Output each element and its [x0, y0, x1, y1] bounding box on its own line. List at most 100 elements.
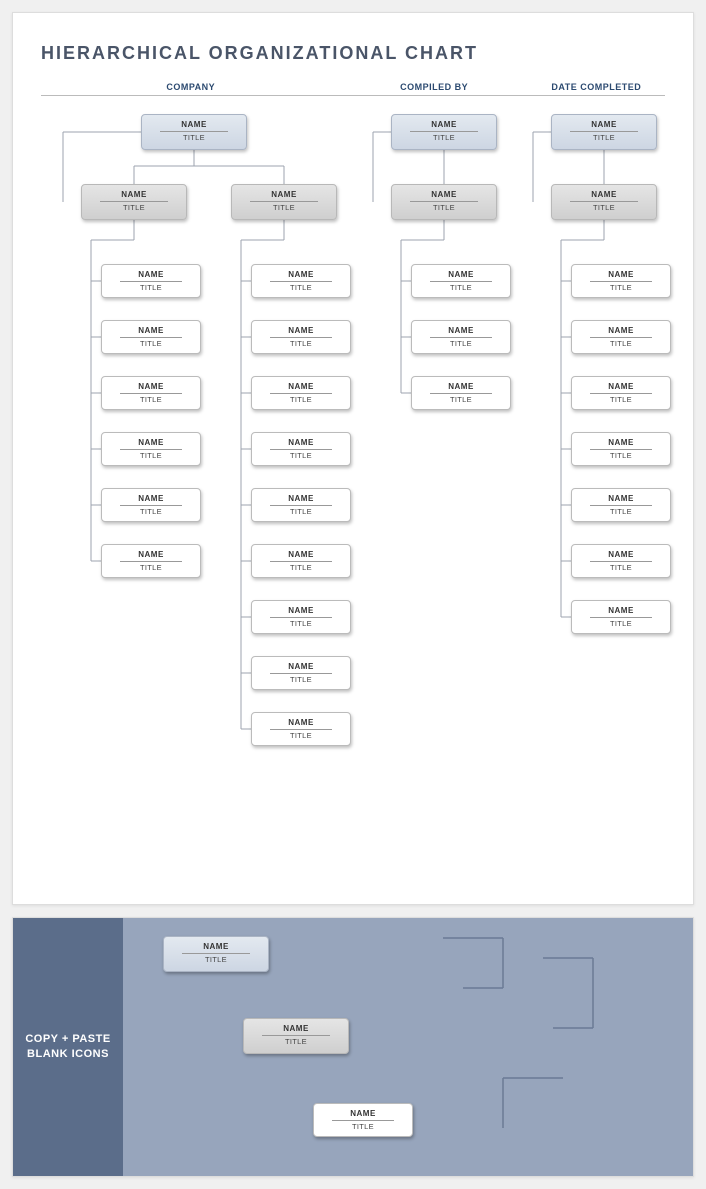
node-sep: [430, 337, 492, 338]
leaf-node[interactable]: NAMETITLE: [571, 264, 671, 298]
node-sep: [270, 561, 332, 562]
node-name: NAME: [168, 942, 264, 951]
leaf-node[interactable]: NAMETITLE: [251, 600, 351, 634]
node-name: NAME: [106, 382, 196, 391]
mid-node-d[interactable]: NAMETITLE: [551, 184, 657, 220]
header-company: COMPANY: [41, 82, 341, 92]
node-sep: [590, 505, 652, 506]
node-name: NAME: [248, 1024, 344, 1033]
mid-node-a[interactable]: NAMETITLE: [81, 184, 187, 220]
node-title: TITLE: [576, 395, 666, 404]
node-title: TITLE: [416, 339, 506, 348]
node-name: NAME: [256, 550, 346, 559]
node-name: NAME: [576, 270, 666, 279]
node-name: NAME: [256, 438, 346, 447]
leaf-node[interactable]: NAMETITLE: [251, 376, 351, 410]
node-name: NAME: [256, 718, 346, 727]
node-name: NAME: [576, 326, 666, 335]
leaf-node[interactable]: NAMETITLE: [101, 320, 201, 354]
node-title: TITLE: [256, 339, 346, 348]
leaf-node[interactable]: NAMETITLE: [571, 600, 671, 634]
node-sep: [120, 505, 182, 506]
node-title: TITLE: [416, 395, 506, 404]
chart-page: HIERARCHICAL ORGANIZATIONAL CHART COMPAN…: [12, 12, 694, 905]
node-sep: [100, 201, 168, 202]
node-name: NAME: [576, 550, 666, 559]
node-sep: [410, 201, 478, 202]
node-title: TITLE: [576, 507, 666, 516]
node-sep: [160, 131, 228, 132]
node-name: NAME: [256, 606, 346, 615]
leaf-node[interactable]: NAMETITLE: [101, 376, 201, 410]
mid-node-b[interactable]: NAMETITLE: [231, 184, 337, 220]
top-node-ab[interactable]: NAME TITLE: [141, 114, 247, 150]
node-sep: [120, 449, 182, 450]
node-sep: [120, 281, 182, 282]
leaf-node[interactable]: NAME TITLE: [251, 320, 351, 354]
node-sep: [262, 1035, 330, 1036]
top-node-c[interactable]: NAMETITLE: [391, 114, 497, 150]
mid-node-c[interactable]: NAMETITLE: [391, 184, 497, 220]
node-sep: [590, 449, 652, 450]
node-title: TITLE: [106, 507, 196, 516]
leaf-node[interactable]: NAMETITLE: [571, 544, 671, 578]
leaf-node[interactable]: NAME TITLE: [101, 488, 201, 522]
org-chart-canvas: NAME TITLE NAME TITLE NAME TITLE NAME TITLE NAME…: [41, 114, 665, 874]
node-sep: [590, 617, 652, 618]
leaf-node[interactable]: NAMETITLE: [251, 656, 351, 690]
node-title: TITLE: [576, 451, 666, 460]
leaf-node[interactable]: NAMETITLE: [101, 264, 201, 298]
top-node-d[interactable]: NAMETITLE: [551, 114, 657, 150]
node-sep: [120, 337, 182, 338]
node-name: NAME: [396, 120, 492, 129]
node-name: NAME: [416, 270, 506, 279]
header-row: COMPANY COMPILED BY DATE COMPLETED: [41, 82, 665, 96]
node-title: TITLE: [256, 731, 346, 740]
node-title: TITLE: [248, 1037, 344, 1046]
node-name: NAME: [106, 494, 196, 503]
leaf-node[interactable]: NAME TITLE: [571, 320, 671, 354]
node-name: NAME: [86, 190, 182, 199]
node-title: TITLE: [106, 283, 196, 292]
node-sep: [270, 617, 332, 618]
node-title: TITLE: [256, 675, 346, 684]
palette-top-node[interactable]: NAMETITLE: [163, 936, 269, 972]
leaf-node[interactable]: NAME TITLE: [411, 376, 511, 410]
leaf-node[interactable]: NAME TITLE: [571, 488, 671, 522]
node-sep: [430, 281, 492, 282]
node-title: TITLE: [256, 395, 346, 404]
palette-mid-node[interactable]: NAME TITLE: [243, 1018, 349, 1054]
node-name: NAME: [576, 438, 666, 447]
palette-label: COPY + PASTE BLANK ICONS: [13, 918, 123, 1176]
leaf-node[interactable]: NAMETITLE: [101, 544, 201, 578]
node-sep: [120, 561, 182, 562]
node-name: NAME: [576, 494, 666, 503]
leaf-node[interactable]: NAMETITLE: [251, 488, 351, 522]
page-title: HIERARCHICAL ORGANIZATIONAL CHART: [41, 43, 665, 64]
node-sep: [270, 505, 332, 506]
node-name: NAME: [256, 326, 346, 335]
node-sep: [120, 393, 182, 394]
node-name: NAME: [146, 120, 242, 129]
node-name: NAME: [576, 382, 666, 391]
leaf-node[interactable]: NAME TITLE: [251, 432, 351, 466]
node-title: TITLE: [256, 507, 346, 516]
palette-leaf-node[interactable]: NAMETITLE: [313, 1103, 413, 1137]
node-name: NAME: [256, 270, 346, 279]
leaf-node[interactable]: NAMETITLE: [251, 544, 351, 578]
leaf-node[interactable]: NAME TITLE: [251, 712, 351, 746]
node-name: NAME: [416, 382, 506, 391]
leaf-node[interactable]: NAME TITLE: [571, 432, 671, 466]
leaf-node[interactable]: NAMETITLE: [251, 264, 351, 298]
node-title: TITLE: [576, 339, 666, 348]
leaf-node[interactable]: NAMETITLE: [411, 264, 511, 298]
leaf-node[interactable]: NAMETITLE: [411, 320, 511, 354]
node-title: TITLE: [106, 563, 196, 572]
node-sep: [590, 393, 652, 394]
node-title: TITLE: [256, 451, 346, 460]
node-title: TITLE: [146, 133, 242, 142]
node-sep: [270, 449, 332, 450]
leaf-node[interactable]: NAMETITLE: [101, 432, 201, 466]
leaf-node[interactable]: NAME TITLE: [571, 376, 671, 410]
palette-canvas: NAMETITLENAMETITLENAMETITLE: [123, 918, 693, 1176]
